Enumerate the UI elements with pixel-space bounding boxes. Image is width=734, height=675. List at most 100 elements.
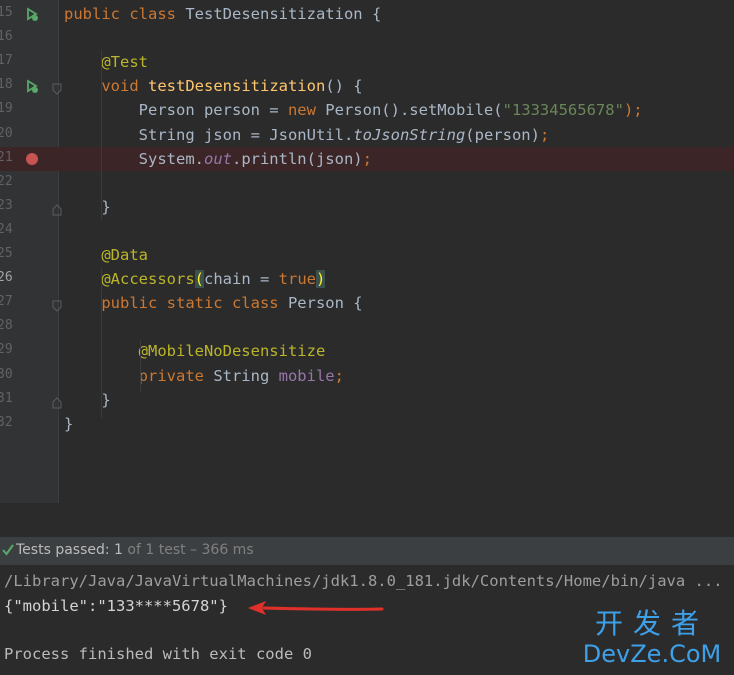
breakpoint-icon[interactable] xyxy=(26,152,38,165)
code-token: Person person = xyxy=(64,101,288,120)
code-token: .println(json) xyxy=(231,149,363,168)
code-line[interactable]: 16 xyxy=(0,26,734,50)
code-line[interactable]: 30 private String mobile; xyxy=(0,364,734,388)
code-token: } xyxy=(64,390,111,409)
line-number[interactable]: 29 xyxy=(0,342,15,357)
code-token: @Test xyxy=(64,53,148,72)
code-token: void xyxy=(64,77,148,96)
line-number[interactable]: 20 xyxy=(0,126,15,141)
code-text[interactable]: public class TestDesensitization { xyxy=(64,3,381,25)
code-token: out xyxy=(203,149,232,168)
code-line[interactable]: 29 @MobileNoDesensitize xyxy=(0,339,734,363)
test-status-bar: Tests passed: 1 of 1 test – 366 ms xyxy=(0,537,734,565)
code-token: @Data xyxy=(64,246,148,264)
line-number[interactable]: 18 xyxy=(0,77,15,92)
code-token: ; xyxy=(362,149,372,168)
line-number[interactable]: 31 xyxy=(0,391,15,406)
code-token: mobile xyxy=(278,366,335,385)
code-text[interactable]: private String mobile; xyxy=(64,365,344,387)
line-number[interactable]: 27 xyxy=(0,294,15,309)
code-text[interactable]: System.out.println(json); xyxy=(64,148,372,170)
code-token: ( xyxy=(194,270,204,289)
code-line[interactable]: 27 public static class Person { xyxy=(0,291,734,315)
code-line[interactable]: 26 @Accessors(chain = true) xyxy=(0,267,734,291)
fold-marker-icon[interactable] xyxy=(52,80,62,96)
code-text[interactable]: @Accessors(chain = true) xyxy=(64,268,326,290)
code-line[interactable]: 21 System.out.println(json); xyxy=(0,146,734,171)
code-editor[interactable]: 15 public class TestDesensitization { 16 17… xyxy=(0,0,734,503)
code-line[interactable]: 28 xyxy=(0,315,734,339)
code-token: public class xyxy=(64,5,186,23)
code-text[interactable]: @MobileNoDesensitize xyxy=(64,340,326,362)
code-token: true xyxy=(278,270,316,289)
line-number[interactable]: 32 xyxy=(0,415,15,430)
code-text[interactable]: public static class Person { xyxy=(64,292,363,314)
arrow-annotation-icon xyxy=(248,601,384,615)
code-token: ) xyxy=(315,270,326,289)
code-text[interactable]: Person person = new Person().setMobile("… xyxy=(64,99,643,121)
code-token: "13334565678" xyxy=(502,101,624,120)
code-line[interactable]: 25 @Data xyxy=(0,243,734,267)
code-line[interactable]: 31 } xyxy=(0,388,734,412)
code-line[interactable]: 32} xyxy=(0,412,734,436)
code-token: String json = JsonUtil. xyxy=(64,125,354,144)
code-text[interactable]: } xyxy=(64,389,111,411)
code-line[interactable]: 18 void testDesensitization() { xyxy=(0,74,734,98)
code-line[interactable]: 15 public class TestDesensitization { xyxy=(0,2,734,26)
code-token: toJsonString xyxy=(353,125,466,144)
code-text[interactable]: void testDesensitization() { xyxy=(64,75,362,97)
code-text[interactable]: } xyxy=(64,196,111,218)
code-token: ; xyxy=(334,366,344,385)
test-status-label: Tests passed: xyxy=(16,542,115,558)
code-line[interactable]: 19 Person person = new Person().setMobil… xyxy=(0,98,734,122)
code-token: TestDesensitization { xyxy=(185,5,382,23)
code-text[interactable]: } xyxy=(64,413,73,435)
fold-marker-icon[interactable] xyxy=(52,297,62,312)
code-text[interactable]: String json = JsonUtil.toJsonString(pers… xyxy=(64,124,550,146)
code-line[interactable]: 22 xyxy=(0,171,734,195)
code-token: @Accessors xyxy=(64,270,195,289)
site-watermark: 开发者 DevZe.CoM xyxy=(576,608,728,670)
line-number[interactable]: 23 xyxy=(0,198,15,213)
line-number[interactable]: 22 xyxy=(0,174,15,189)
console-command-line: /Library/Java/JavaVirtualMachines/jdk1.8… xyxy=(4,572,723,590)
indent-guide xyxy=(140,340,141,392)
code-token: Person().setMobile( xyxy=(325,101,503,120)
code-text[interactable]: @Data xyxy=(64,244,148,266)
code-token: (person) xyxy=(465,125,540,144)
code-token: Person { xyxy=(287,294,363,313)
code-token: System. xyxy=(64,149,204,168)
code-token: ); xyxy=(623,101,643,120)
line-number[interactable]: 26 xyxy=(0,270,15,285)
line-number[interactable]: 30 xyxy=(0,367,15,382)
code-line[interactable]: 17 @Test xyxy=(0,50,734,74)
test-detail: of 1 test – 366 ms xyxy=(122,542,254,558)
watermark-en: DevZe.CoM xyxy=(582,640,722,668)
code-text[interactable]: @Test xyxy=(64,51,148,73)
code-line[interactable]: 23 } xyxy=(0,195,734,219)
indent-guide xyxy=(101,50,102,220)
line-number[interactable]: 17 xyxy=(0,53,15,68)
console-exit-line: Process finished with exit code 0 xyxy=(4,645,312,663)
line-number[interactable]: 21 xyxy=(0,150,15,165)
check-icon xyxy=(2,543,14,561)
line-number[interactable]: 19 xyxy=(0,101,15,116)
code-line[interactable]: 20 String json = JsonUtil.toJsonString(p… xyxy=(0,123,734,147)
line-number[interactable]: 25 xyxy=(0,246,15,261)
fold-marker-icon[interactable] xyxy=(52,201,62,216)
code-token: ; xyxy=(539,125,550,144)
code-token: public static class xyxy=(64,294,288,313)
line-number[interactable]: 16 xyxy=(0,29,15,44)
line-number[interactable]: 28 xyxy=(0,318,15,333)
line-number[interactable]: 15 xyxy=(0,5,15,20)
code-token: @MobileNoDesensitize xyxy=(64,342,326,361)
code-token: } xyxy=(64,197,111,216)
indent-guide xyxy=(101,268,102,418)
line-number[interactable]: 24 xyxy=(0,222,15,237)
code-line[interactable]: 24 xyxy=(0,219,734,243)
run-test-icon[interactable] xyxy=(24,6,40,22)
fold-marker-icon[interactable] xyxy=(52,394,62,409)
run-test-icon[interactable] xyxy=(24,78,40,94)
test-status-text: Tests passed: 1 of 1 test – 366 ms xyxy=(16,542,254,558)
watermark-cn: 开发者 xyxy=(594,607,709,640)
